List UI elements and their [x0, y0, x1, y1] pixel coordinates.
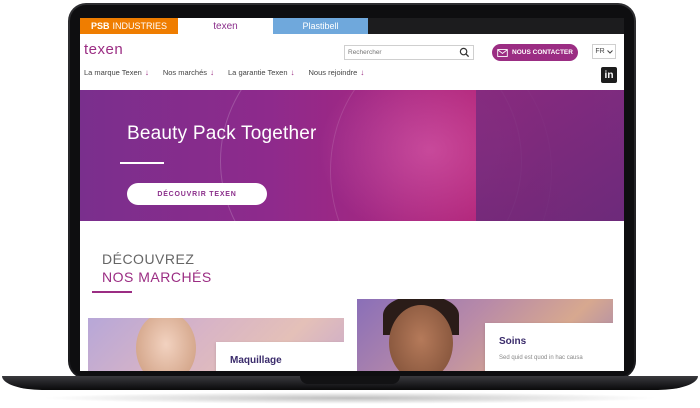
- language-selector[interactable]: FR: [592, 44, 616, 59]
- main-menu: La marque Texen ↓ Nos marchés ↓ La garan…: [84, 68, 378, 77]
- laptop-notch: [300, 376, 400, 384]
- markets-section: DÉCOUVREZ NOS MARCHÉS Maquillage Soins S…: [80, 221, 624, 371]
- language-label: FR: [595, 48, 605, 55]
- card-info-box: Soins Sed quid est quod in hac causa: [485, 323, 613, 371]
- hero-side-panel: [476, 90, 624, 221]
- brand-tab-psb[interactable]: PSB INDUSTRIES: [80, 18, 178, 34]
- menu-item-label: La marque Texen: [84, 68, 142, 77]
- menu-item-marque[interactable]: La marque Texen ↓: [84, 68, 149, 77]
- hero-divider: [120, 162, 164, 164]
- laptop-shadow: [40, 392, 660, 404]
- arrow-down-icon: ↓: [210, 68, 215, 77]
- market-card-soins[interactable]: Soins Sed quid est quod in hac causa: [357, 299, 613, 371]
- menu-item-garantie[interactable]: La garantie Texen ↓: [228, 68, 295, 77]
- discover-texen-button[interactable]: DÉCOUVRIR TEXEN: [127, 183, 267, 205]
- psb-industries-label: INDUSTRIES: [112, 21, 168, 31]
- psb-label: PSB: [90, 21, 110, 31]
- card-info-box: Maquillage: [216, 342, 344, 371]
- search-box: [344, 45, 474, 60]
- linkedin-icon[interactable]: in: [601, 67, 617, 83]
- model-photo: [136, 318, 196, 371]
- arrow-down-icon: ↓: [360, 68, 365, 77]
- menu-item-rejoindre[interactable]: Nous rejoindre ↓: [309, 68, 365, 77]
- contact-button[interactable]: NOUS CONTACTER: [492, 44, 578, 61]
- texen-tab-label: texen: [213, 20, 238, 32]
- menu-item-marches[interactable]: Nos marchés ↓: [163, 68, 214, 77]
- browser-screen: PSB INDUSTRIES texen Plastibell texen NO…: [80, 18, 624, 371]
- chevron-down-icon: [606, 49, 613, 54]
- mail-icon: [497, 48, 508, 57]
- card-title: Soins: [499, 336, 527, 347]
- hero-banner: Beauty Pack Together DÉCOUVRIR TEXEN: [80, 90, 624, 221]
- contact-button-label: NOUS CONTACTER: [512, 49, 573, 56]
- section-title-line1: DÉCOUVREZ: [102, 251, 195, 267]
- menu-item-label: La garantie Texen: [228, 68, 288, 77]
- search-input[interactable]: [348, 47, 456, 58]
- brand-tab-texen[interactable]: texen: [178, 18, 273, 34]
- arrow-down-icon: ↓: [290, 68, 295, 77]
- brand-tab-plastibell[interactable]: Plastibell: [273, 18, 368, 34]
- section-divider: [92, 291, 132, 293]
- search-icon[interactable]: [459, 47, 470, 58]
- menu-item-label: Nos marchés: [162, 68, 208, 77]
- menu-item-label: Nous rejoindre: [308, 68, 358, 77]
- brand-bar: PSB INDUSTRIES texen Plastibell: [80, 18, 624, 34]
- arrow-down-icon: ↓: [144, 68, 149, 77]
- texen-logo[interactable]: texen: [84, 41, 123, 58]
- plastibell-tab-label: Plastibell: [302, 21, 339, 31]
- hero-title: Beauty Pack Together: [127, 123, 317, 144]
- section-title-line2: NOS MARCHÉS: [102, 269, 212, 285]
- card-text: Sed quid est quod in hac causa: [499, 355, 583, 361]
- site-header: texen NOUS CONTACTER FR La marque Texen: [80, 34, 624, 91]
- model-photo: [389, 305, 453, 371]
- market-card-maquillage[interactable]: Maquillage: [88, 318, 344, 371]
- card-title: Maquillage: [230, 355, 282, 366]
